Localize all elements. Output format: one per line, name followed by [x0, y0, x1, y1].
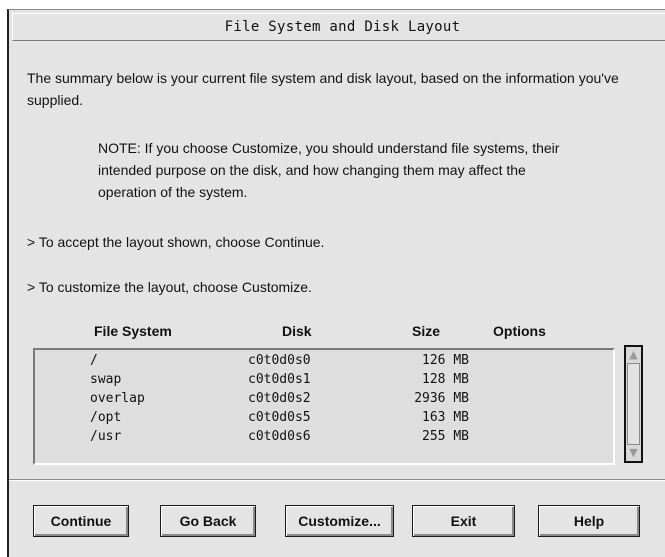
customize-instruction: > To customize the layout, choose Custom…: [27, 279, 312, 295]
triangle-down-icon[interactable]: ▼: [627, 446, 640, 460]
cell-size: 128 MB: [422, 372, 469, 387]
file-system-list[interactable]: / c0t0d0s0 126 MB swap c0t0d0s1 128 MB o…: [33, 348, 615, 465]
window-title: File System and Disk Layout: [12, 13, 665, 41]
table-row[interactable]: / c0t0d0s0 126 MB: [35, 351, 613, 370]
cell-disk: c0t0d0s6: [248, 429, 311, 444]
cell-file-system: /opt: [90, 410, 122, 425]
table-row[interactable]: swap c0t0d0s1 128 MB: [35, 370, 613, 389]
list-scrollbar[interactable]: ▲ ▼: [624, 345, 643, 463]
triangle-up-icon[interactable]: ▲: [627, 348, 640, 362]
cell-file-system: swap: [90, 372, 122, 387]
cell-size: 126 MB: [422, 353, 469, 368]
cell-file-system: /usr: [90, 429, 122, 444]
accept-instruction: > To accept the layout shown, choose Con…: [27, 234, 325, 250]
table-row[interactable]: /usr c0t0d0s6 255 MB: [35, 427, 613, 446]
cell-size: 255 MB: [422, 429, 469, 444]
continue-button[interactable]: Continue: [33, 505, 129, 537]
cell-disk: c0t0d0s0: [248, 353, 311, 368]
note-text: NOTE: If you choose Customize, you shoul…: [98, 140, 560, 200]
column-header-size: Size: [412, 323, 441, 339]
cell-disk: c0t0d0s1: [248, 372, 311, 387]
column-header-disk: Disk: [282, 323, 312, 339]
cell-file-system: /: [90, 353, 98, 368]
cell-size: 2936 MB: [414, 391, 469, 406]
exit-button[interactable]: Exit: [412, 505, 515, 537]
column-header-file-system: File System: [94, 323, 172, 339]
table-row[interactable]: /opt c0t0d0s5 163 MB: [35, 408, 613, 427]
button-separator: [9, 479, 665, 481]
scrollbar-track[interactable]: [627, 363, 640, 445]
column-header-options: Options: [493, 323, 546, 339]
cell-disk: c0t0d0s2: [248, 391, 311, 406]
cell-size: 163 MB: [422, 410, 469, 425]
summary-text: The summary below is your current file s…: [27, 70, 619, 108]
customize-button[interactable]: Customize...: [285, 505, 394, 537]
help-button[interactable]: Help: [538, 505, 640, 537]
cell-file-system: overlap: [90, 391, 145, 406]
table-row[interactable]: overlap c0t0d0s2 2936 MB: [35, 389, 613, 408]
go-back-button[interactable]: Go Back: [160, 505, 256, 537]
cell-disk: c0t0d0s5: [248, 410, 311, 425]
